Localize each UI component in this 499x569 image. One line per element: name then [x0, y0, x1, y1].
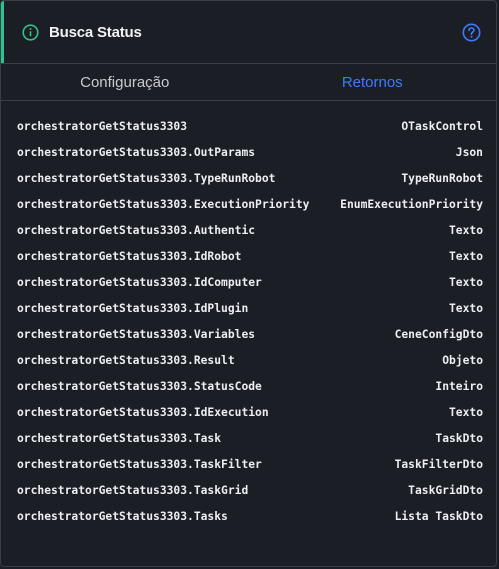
tab-retornos[interactable]: Retornos: [249, 64, 497, 100]
panel-title: Busca Status: [49, 23, 142, 41]
return-type: Objeto: [442, 353, 483, 367]
list-item[interactable]: orchestratorGetStatus3303.StatusCode Inte…: [1, 373, 496, 399]
busca-status-panel: Busca Status Configuração Retornos orche…: [0, 0, 497, 567]
list-item[interactable]: orchestratorGetStatus3303.IdPlugin Texto: [1, 295, 496, 321]
return-type: Lista TaskDto: [394, 509, 483, 523]
list-item[interactable]: orchestratorGetStatus3303.IdComputer Text…: [1, 269, 496, 295]
list-item[interactable]: orchestratorGetStatus3303.TaskGrid TaskGr…: [1, 477, 496, 503]
list-item[interactable]: orchestratorGetStatus3303 OTaskControl: [1, 113, 496, 139]
return-name: orchestratorGetStatus3303.OutParams: [17, 145, 256, 159]
returns-list: orchestratorGetStatus3303 OTaskControl orc…: [1, 101, 496, 529]
panel-header: Busca Status: [1, 1, 496, 64]
return-name: orchestratorGetStatus3303.TaskGrid: [17, 483, 249, 497]
list-item[interactable]: orchestratorGetStatus3303.OutParams Json: [1, 139, 496, 165]
return-name: orchestratorGetStatus3303.ExecutionPrior…: [17, 197, 310, 211]
tab-bar: Configuração Retornos: [1, 64, 496, 101]
info-circle-icon: [22, 23, 39, 41]
return-type: TypeRunRobot: [401, 171, 483, 185]
question-circle-icon[interactable]: [462, 23, 481, 42]
return-name: orchestratorGetStatus3303.Tasks: [17, 509, 228, 523]
return-name: orchestratorGetStatus3303.IdExecution: [17, 405, 269, 419]
list-item[interactable]: orchestratorGetStatus3303.Authentic Texto: [1, 217, 496, 243]
return-name: orchestratorGetStatus3303.StatusCode: [17, 379, 262, 393]
return-type: OTaskControl: [401, 119, 483, 133]
list-item[interactable]: orchestratorGetStatus3303.TaskFilter Task…: [1, 451, 496, 477]
list-item[interactable]: orchestratorGetStatus3303.IdExecution Tex…: [1, 399, 496, 425]
return-type: EnumExecutionPriority: [340, 197, 483, 211]
return-name: orchestratorGetStatus3303.TypeRunRobot: [17, 171, 276, 185]
list-item[interactable]: orchestratorGetStatus3303.TypeRunRobot Ty…: [1, 165, 496, 191]
return-type: Texto: [448, 301, 483, 315]
return-type: Texto: [448, 223, 483, 237]
list-item[interactable]: orchestratorGetStatus3303.Tasks Lista Tas…: [1, 503, 496, 529]
return-name: orchestratorGetStatus3303.IdComputer: [17, 275, 262, 289]
return-name: orchestratorGetStatus3303.TaskFilter: [17, 457, 262, 471]
list-item[interactable]: orchestratorGetStatus3303.Variables CeneC…: [1, 321, 496, 347]
return-type: CeneConfigDto: [394, 327, 483, 341]
return-name: orchestratorGetStatus3303: [17, 119, 188, 133]
return-name: orchestratorGetStatus3303.Authentic: [17, 223, 256, 237]
return-name: orchestratorGetStatus3303.Task: [17, 431, 222, 445]
list-item[interactable]: orchestratorGetStatus3303.Result Objeto: [1, 347, 496, 373]
return-type: TaskGridDto: [408, 483, 483, 497]
return-name: orchestratorGetStatus3303.IdPlugin: [17, 301, 249, 315]
return-type: Texto: [448, 249, 483, 263]
return-type: Texto: [448, 275, 483, 289]
list-item[interactable]: orchestratorGetStatus3303.Task TaskDto: [1, 425, 496, 451]
tab-configuracao[interactable]: Configuração: [1, 64, 249, 100]
return-name: orchestratorGetStatus3303.IdRobot: [17, 249, 242, 263]
header-accent-bar: [1, 1, 4, 63]
return-type: TaskFilterDto: [394, 457, 483, 471]
return-name: orchestratorGetStatus3303.Variables: [17, 327, 256, 341]
return-type: TaskDto: [435, 431, 483, 445]
list-item[interactable]: orchestratorGetStatus3303.IdRobot Texto: [1, 243, 496, 269]
return-name: orchestratorGetStatus3303.Result: [17, 353, 235, 367]
return-type: Inteiro: [435, 379, 483, 393]
return-type: Texto: [448, 405, 483, 419]
list-item[interactable]: orchestratorGetStatus3303.ExecutionPrior…: [1, 191, 496, 217]
return-type: Json: [455, 145, 483, 159]
